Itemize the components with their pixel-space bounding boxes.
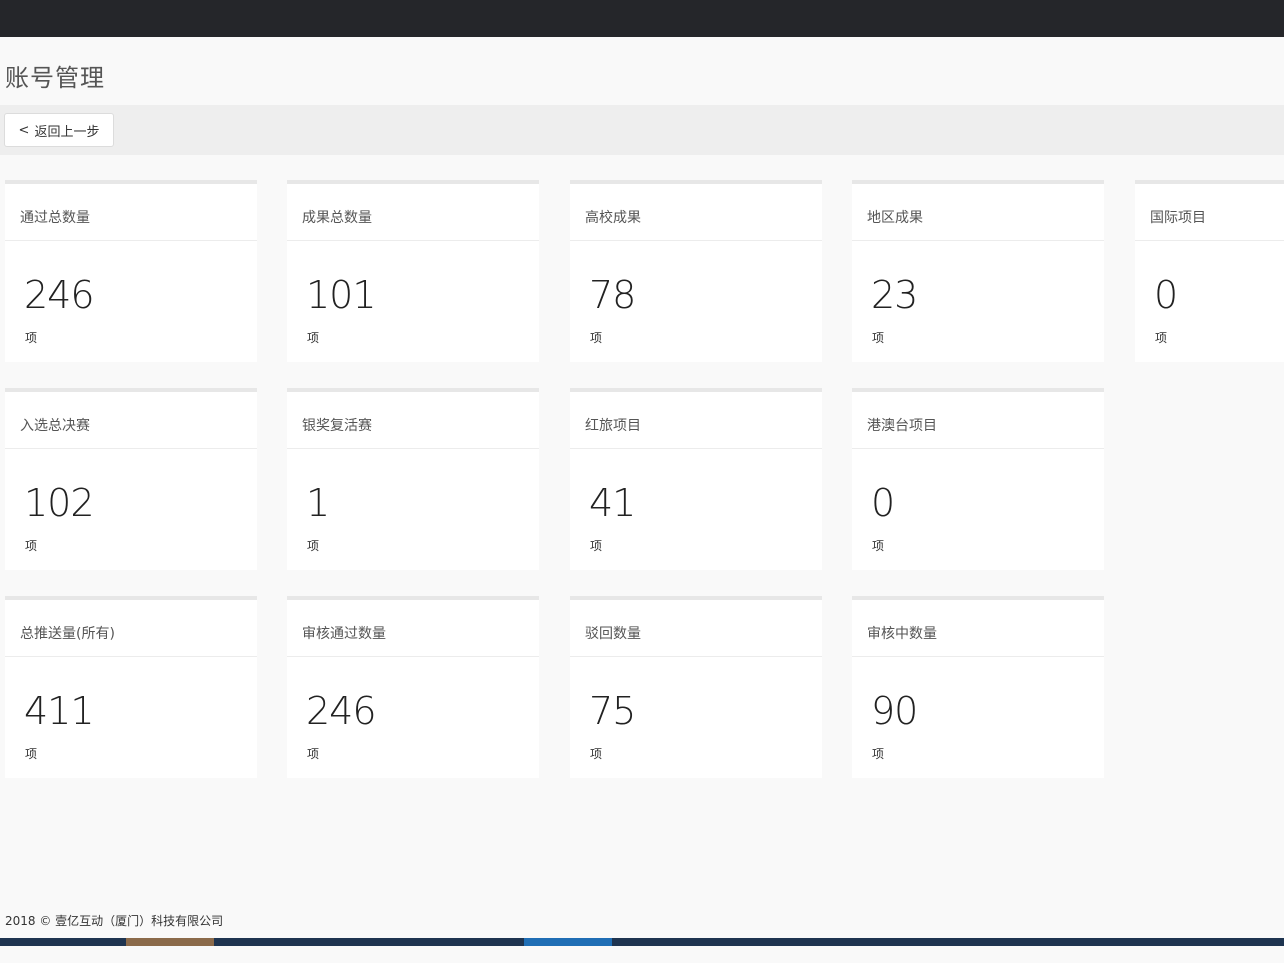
stat-card-value: 23 [871,273,918,317]
stat-card-review-passed: 审核通过数量 246 项 [287,596,539,778]
footer-copyright: 2018 © 壹亿互动（厦门）科技有限公司 [5,914,224,928]
stat-card-unit: 项 [872,539,885,553]
taskbar-segment [126,938,214,946]
stat-card-total-pushed: 总推送量(所有) 411 项 [5,596,257,778]
stat-card-unit: 项 [307,747,320,761]
back-button-label: 返回上一步 [34,124,100,140]
back-button[interactable]: < 返回上一步 [4,113,114,147]
stat-card-rejected: 驳回数量 75 项 [570,596,822,778]
stat-card-value: 1 [306,481,330,525]
stat-card-label: 港澳台项目 [852,392,1104,449]
stat-card-value: 78 [589,273,636,317]
stat-card-label: 银奖复活赛 [287,392,539,449]
stat-card-label: 审核中数量 [852,600,1104,657]
taskbar-segment [524,938,612,946]
stat-card-value: 102 [24,481,95,525]
stat-card-label: 审核通过数量 [287,600,539,657]
stat-card-unit: 项 [1155,331,1168,345]
stat-card-value: 41 [589,481,636,525]
bottom-taskbar [0,938,1284,946]
stat-card-unit: 项 [872,747,885,761]
stat-card-label: 高校成果 [570,184,822,241]
stat-card-label: 国际项目 [1135,184,1284,241]
stat-card-red-tour-projects: 红旅项目 41 项 [570,388,822,570]
stat-card-university-results: 高校成果 78 项 [570,180,822,362]
toolbar: < 返回上一步 [0,105,1284,155]
stat-card-passed-total: 通过总数量 246 项 [5,180,257,362]
stat-card-unit: 项 [25,331,38,345]
stat-card-value: 75 [589,689,636,733]
stat-card-silver-revival: 银奖复活赛 1 项 [287,388,539,570]
stat-card-regional-results: 地区成果 23 项 [852,180,1104,362]
stat-card-label: 地区成果 [852,184,1104,241]
stat-card-label: 通过总数量 [5,184,257,241]
stat-card-unit: 项 [590,539,603,553]
stat-card-international-projects: 国际项目 0 项 [1135,180,1284,362]
stat-card-label: 成果总数量 [287,184,539,241]
stat-card-label: 红旅项目 [570,392,822,449]
stat-card-value: 246 [306,689,377,733]
stat-card-finals-selected: 入选总决赛 102 项 [5,388,257,570]
page-title: 账号管理 [5,64,105,92]
stat-card-unit: 项 [590,747,603,761]
stat-card-label: 驳回数量 [570,600,822,657]
stat-card-results-total: 成果总数量 101 项 [287,180,539,362]
stat-card-value: 101 [306,273,377,317]
stat-card-under-review: 审核中数量 90 项 [852,596,1104,778]
stat-card-unit: 项 [590,331,603,345]
stat-card-value: 411 [24,689,95,733]
stat-card-value: 90 [871,689,918,733]
stat-card-unit: 项 [25,539,38,553]
top-nav-bar [0,0,1284,37]
stat-card-unit: 项 [307,331,320,345]
stat-card-unit: 项 [25,747,38,761]
stat-card-value: 246 [24,273,95,317]
stat-card-hk-macao-taiwan: 港澳台项目 0 项 [852,388,1104,570]
chevron-left-icon: < [18,122,30,138]
stat-card-label: 入选总决赛 [5,392,257,449]
stat-card-label: 总推送量(所有) [5,600,257,657]
stat-card-unit: 项 [307,539,320,553]
stat-card-unit: 项 [872,331,885,345]
stat-card-value: 0 [1154,273,1178,317]
stat-card-value: 0 [871,481,895,525]
